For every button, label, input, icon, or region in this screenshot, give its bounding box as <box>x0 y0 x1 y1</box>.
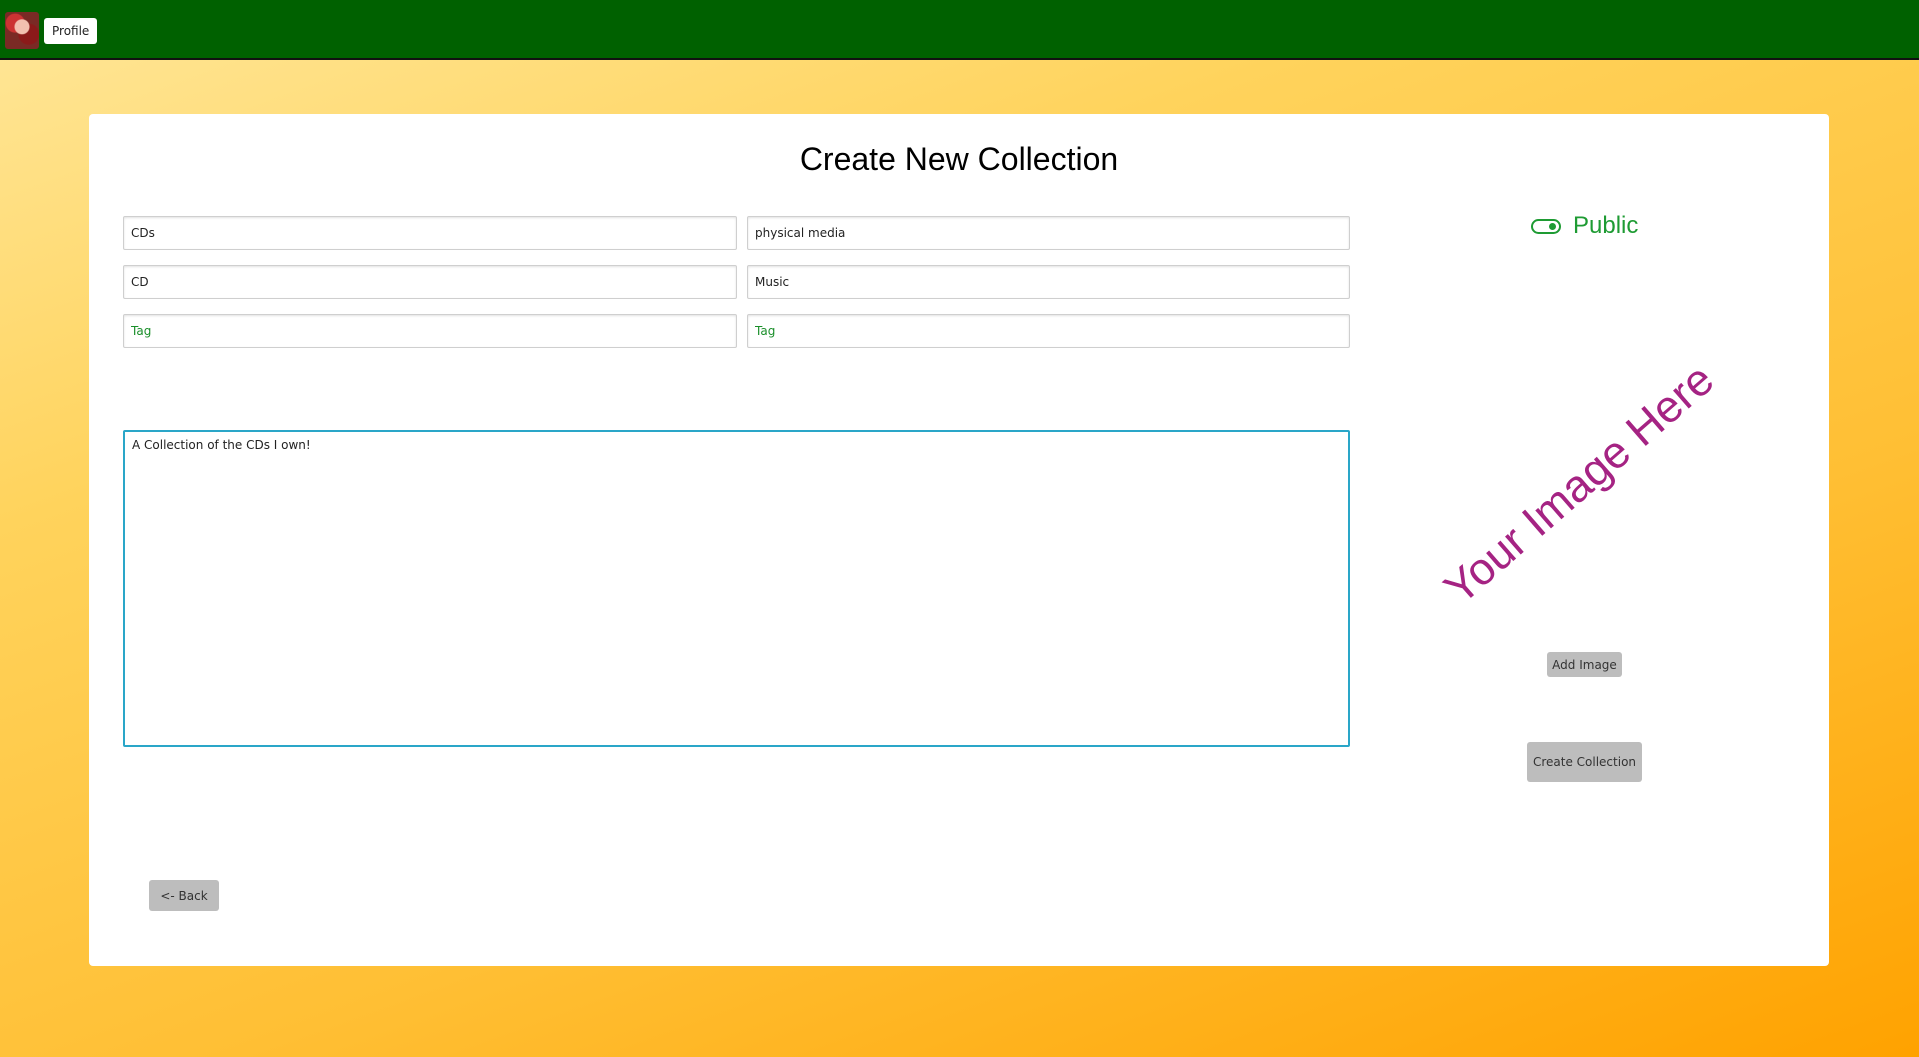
description-textarea[interactable]: A Collection of the CDs I own! <box>123 430 1350 747</box>
genre-input[interactable] <box>747 265 1350 299</box>
public-toggle[interactable]: Public <box>1531 209 1638 243</box>
collection-name-input[interactable] <box>123 216 737 250</box>
profile-button[interactable]: Profile <box>44 18 98 44</box>
page-title: Create New Collection <box>799 141 1119 177</box>
create-collection-card: Create New Collection A Collection of th… <box>89 114 1829 966</box>
item-type-input[interactable] <box>123 265 737 299</box>
toggle-knob <box>1549 222 1556 230</box>
tag-input-1[interactable] <box>123 314 737 348</box>
tag-input-2[interactable] <box>747 314 1350 348</box>
add-image-button[interactable]: Add Image <box>1547 652 1622 677</box>
top-navbar: Profile <box>0 0 1919 60</box>
user-avatar-icon[interactable] <box>5 12 39 49</box>
image-placeholder: Your Image Here <box>1389 304 1769 664</box>
toggle-switch-icon[interactable] <box>1531 218 1561 234</box>
category-input[interactable] <box>747 216 1350 250</box>
public-label: Public <box>1573 212 1639 239</box>
back-button[interactable]: <- Back <box>149 880 219 911</box>
image-placeholder-text: Your Image Here <box>1434 353 1724 614</box>
create-collection-button[interactable]: Create Collection <box>1527 742 1642 782</box>
